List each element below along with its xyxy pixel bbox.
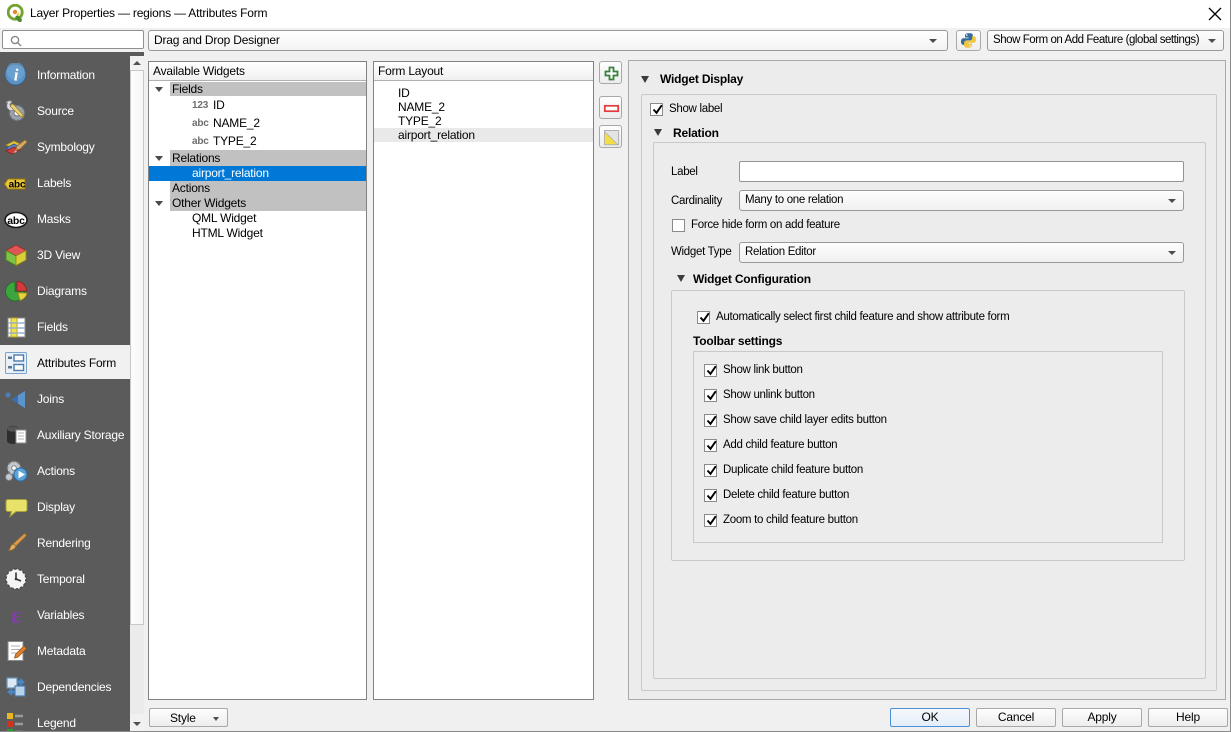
- svg-text:abc: abc: [7, 215, 25, 227]
- svg-text:ε: ε: [11, 603, 21, 627]
- svg-text:abc: abc: [9, 180, 26, 191]
- svg-text:i: i: [14, 66, 19, 85]
